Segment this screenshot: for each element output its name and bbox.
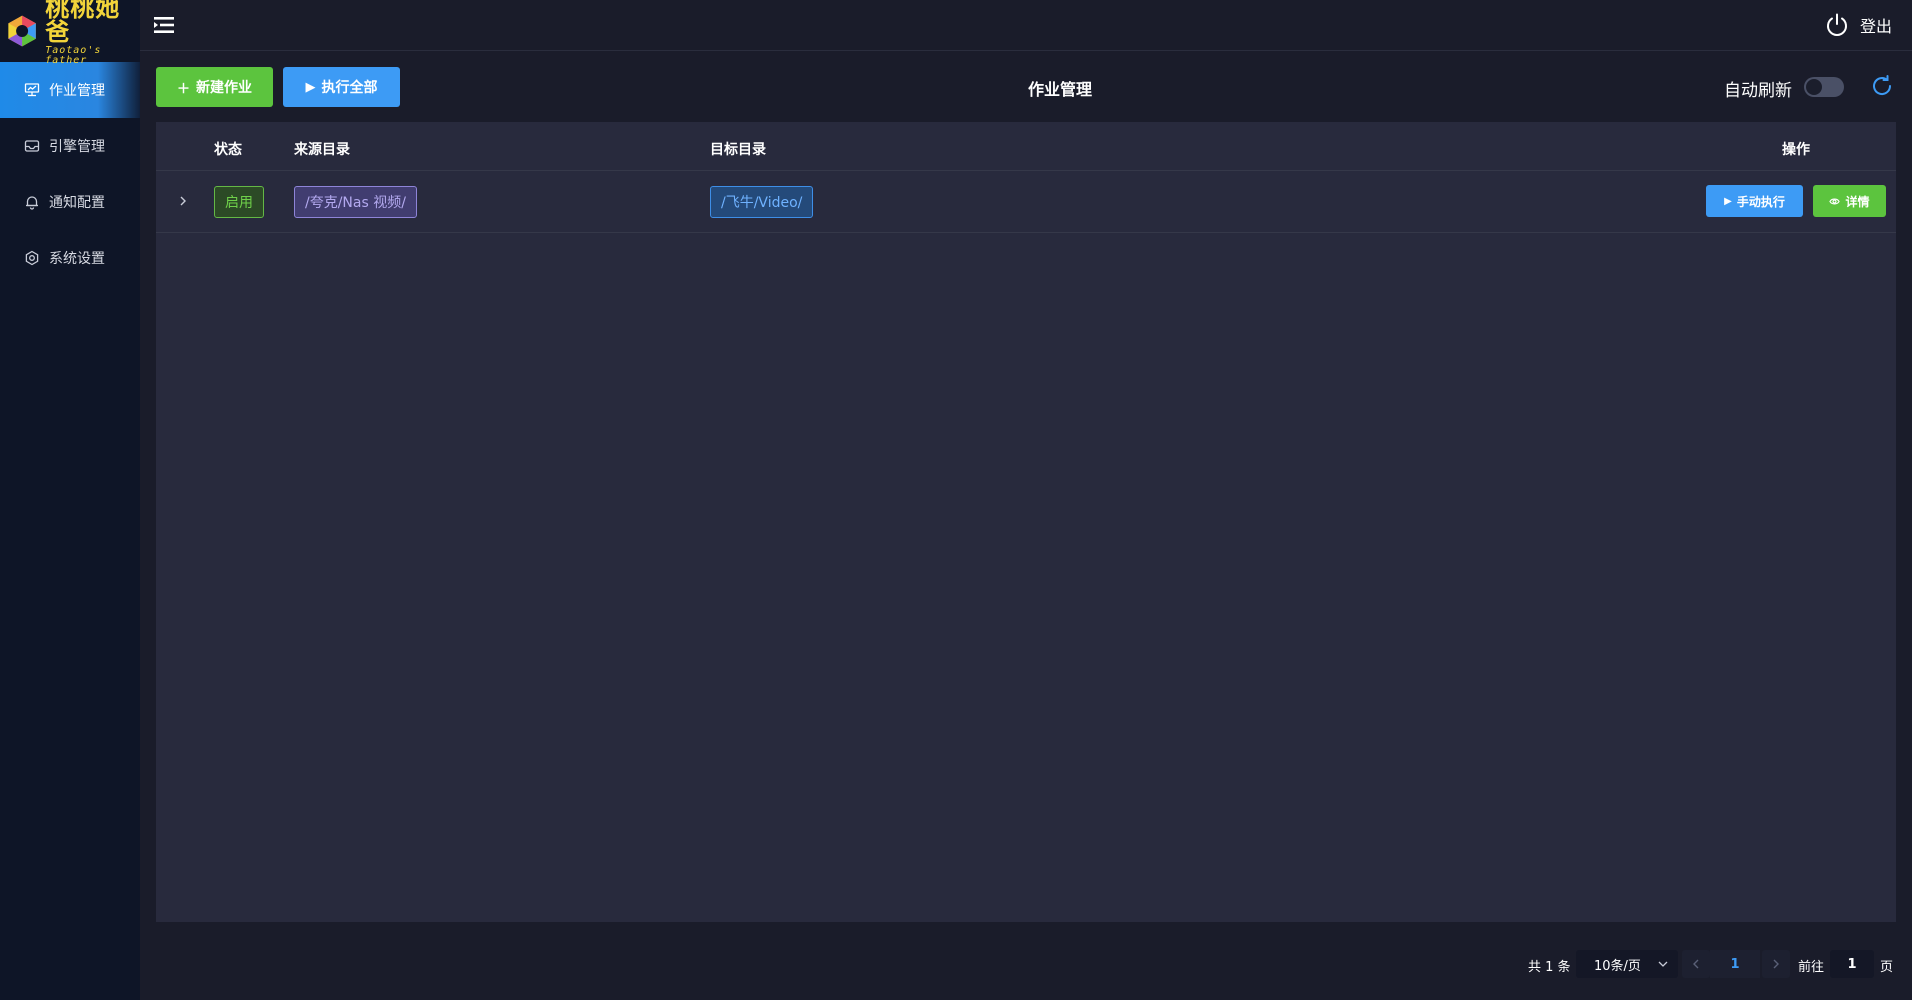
play-icon: ▶ bbox=[305, 79, 316, 95]
chevron-down-icon bbox=[1658, 961, 1668, 967]
sidebar-item-label: 系统设置 bbox=[49, 251, 105, 267]
column-header-source: 来源目录 bbox=[294, 142, 350, 158]
gear-icon bbox=[24, 250, 40, 266]
next-page-button[interactable] bbox=[1762, 950, 1790, 978]
presentation-icon bbox=[24, 82, 40, 98]
page-suffix-label: 页 bbox=[1880, 960, 1894, 975]
inbox-icon bbox=[24, 138, 40, 154]
auto-refresh-label: 自动刷新 bbox=[1724, 81, 1792, 101]
manual-run-button[interactable]: ▶ 手动执行 bbox=[1706, 185, 1803, 217]
sidebar-item-label: 引擎管理 bbox=[49, 139, 105, 155]
power-icon bbox=[1827, 13, 1847, 36]
manual-run-label: 手动执行 bbox=[1736, 194, 1785, 209]
chevron-left-icon bbox=[1693, 959, 1699, 969]
play-icon: ▶ bbox=[1724, 195, 1732, 207]
page-number-current[interactable]: 1 bbox=[1710, 950, 1760, 978]
sidebar: 桃桃她爸 Taotao's father 作业管理 引擎管理 通知配置 系统设置 bbox=[0, 0, 140, 1000]
plus-icon: ＋ bbox=[176, 81, 190, 97]
logout-label: 登出 bbox=[1859, 17, 1892, 36]
menu-collapse-icon[interactable] bbox=[154, 16, 176, 34]
brand-name: 桃桃她爸 bbox=[45, 0, 121, 46]
sidebar-item-label: 作业管理 bbox=[49, 83, 105, 99]
column-header-status: 状态 bbox=[214, 142, 242, 158]
auto-refresh-toggle[interactable] bbox=[1804, 77, 1844, 97]
pagination-total: 共 1 条 bbox=[1528, 960, 1571, 975]
chevron-right-icon[interactable] bbox=[176, 193, 190, 209]
sidebar-item-notifications[interactable]: 通知配置 bbox=[0, 174, 140, 230]
logout-button[interactable]: 登出 bbox=[1824, 12, 1892, 38]
top-header: 登出 bbox=[140, 0, 1912, 51]
page-size-value: 10条/页 bbox=[1594, 958, 1641, 974]
column-header-actions: 操作 bbox=[1782, 142, 1810, 158]
eye-icon bbox=[1829, 198, 1841, 204]
goto-page-input[interactable] bbox=[1830, 950, 1874, 978]
sidebar-item-label: 通知配置 bbox=[49, 195, 105, 211]
brand-logo-icon bbox=[8, 15, 36, 47]
sidebar-item-engines[interactable]: 引擎管理 bbox=[0, 118, 140, 174]
run-all-button[interactable]: ▶ 执行全部 bbox=[283, 67, 400, 107]
new-job-button[interactable]: ＋ 新建作业 bbox=[156, 67, 273, 107]
bell-icon bbox=[24, 194, 40, 210]
sidebar-item-settings[interactable]: 系统设置 bbox=[0, 230, 140, 286]
chevron-right-icon bbox=[1773, 959, 1779, 969]
sidebar-item-jobs[interactable]: 作业管理 bbox=[0, 62, 140, 118]
page-size-select[interactable]: 10条/页 bbox=[1576, 950, 1678, 978]
refresh-icon[interactable] bbox=[1870, 74, 1894, 98]
brand-tagline: Taotao's father bbox=[45, 45, 102, 66]
source-path-tag: /夸克/Nas 视频/ bbox=[294, 186, 417, 218]
detail-button[interactable]: 详情 bbox=[1813, 185, 1886, 217]
new-job-label: 新建作业 bbox=[196, 80, 252, 96]
table-header: 状态 来源目录 目标目录 操作 bbox=[156, 122, 1896, 171]
jobs-table: 状态 来源目录 目标目录 操作 启用 /夸克/Nas 视频/ /飞牛/Video… bbox=[156, 122, 1896, 922]
page-title: 作业管理 bbox=[1027, 80, 1092, 99]
column-header-target: 目标目录 bbox=[710, 142, 766, 158]
status-badge: 启用 bbox=[214, 186, 264, 218]
target-path-tag: /飞牛/Video/ bbox=[710, 186, 814, 218]
toggle-knob bbox=[1806, 79, 1822, 95]
detail-label: 详情 bbox=[1845, 194, 1870, 209]
table-row: 启用 /夸克/Nas 视频/ /飞牛/Video/ ▶ 手动执行 详情 bbox=[156, 171, 1896, 233]
prev-page-button[interactable] bbox=[1682, 950, 1710, 978]
run-all-label: 执行全部 bbox=[321, 80, 378, 96]
goto-label: 前往 bbox=[1798, 960, 1825, 975]
brand-logo[interactable]: 桃桃她爸 Taotao's father bbox=[0, 0, 140, 66]
